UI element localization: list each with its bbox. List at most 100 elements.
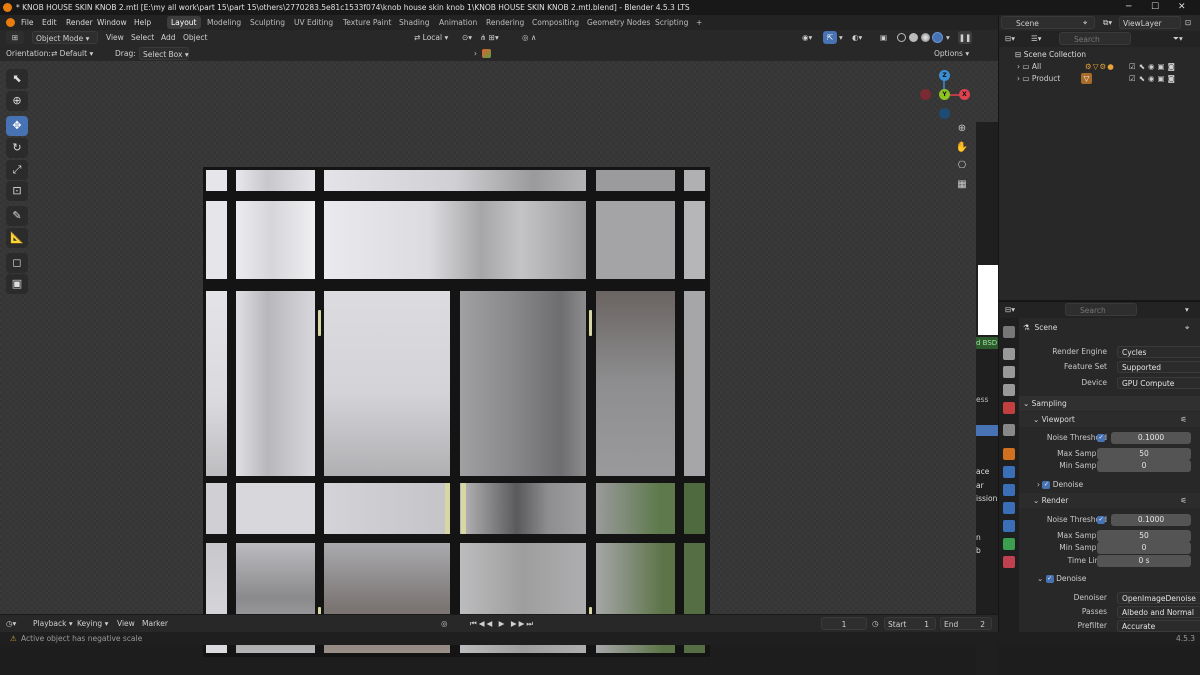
device-select[interactable]: GPU Compute▾ [1117,377,1200,389]
marker-menu[interactable]: Marker [142,617,168,630]
min-samples-field[interactable]: 0 [1097,460,1191,472]
menu-edit[interactable]: Edit [42,15,57,30]
pivot-icon[interactable]: ⊙▾ [462,31,472,44]
denoise-checkbox[interactable]: ✓ [1045,575,1054,583]
playback-menu[interactable]: Playback ▾ [33,617,73,630]
options-icon[interactable]: ▾ [1185,303,1189,316]
view-menu[interactable]: View [117,617,135,630]
add-workspace-button[interactable]: + [692,16,706,29]
scale-tool-icon[interactable]: ⤢ [6,160,28,180]
physics-tab-icon[interactable] [1003,502,1015,514]
noise-threshold-checkbox[interactable]: ✓ [1097,434,1105,442]
presets-icon[interactable]: ⚟ [1180,412,1187,427]
tab-scripting[interactable]: Scripting [651,16,692,29]
z-axis-icon[interactable]: Z [939,70,950,81]
neg-x-axis-icon[interactable] [920,89,931,100]
view-menu[interactable]: View [106,31,124,44]
measure-tool-icon[interactable]: 📐 [6,228,28,248]
properties-editor-icon[interactable]: ⊟▾ [1005,303,1015,316]
tab-shading[interactable]: Shading [395,16,433,29]
outliner-item-all[interactable]: › ▭ All ⚙▽⚙● ☑⬉◉▣◙ [1017,62,1199,71]
cursor-tool-icon[interactable]: ⊕ [6,91,28,111]
snap-icon[interactable]: ⋔ ⊞▾ [480,31,499,44]
overlay-icon[interactable]: ◐▾ [852,31,862,44]
object-menu[interactable]: Object [183,31,207,44]
world-tab-icon[interactable] [1003,424,1015,436]
denoise-checkbox[interactable]: ✓ [1042,481,1051,489]
tab-modeling[interactable]: Modeling [203,16,245,29]
current-frame-field[interactable]: 1 [821,617,867,630]
view-layer-tab-icon[interactable] [1003,384,1015,396]
visibility-toggles[interactable]: ☑⬉◉▣◙ [1129,74,1178,83]
rendered-shading-icon[interactable] [932,32,943,43]
max-samples-field[interactable]: 50 [1097,530,1191,542]
end-frame-field[interactable]: End 2 [940,617,992,630]
xray-icon[interactable]: ▣ [880,31,887,44]
minimize-icon[interactable]: ─ [1126,0,1131,15]
options-menu[interactable]: Options ▾ [934,47,969,60]
menu-window[interactable]: Window [97,15,127,30]
chevron-right-icon[interactable]: › [474,47,477,60]
filter-icon[interactable]: ⏷▾ [1173,32,1183,45]
tab-sculpting[interactable]: Sculpting [246,16,289,29]
render-denoise-subpanel[interactable]: ⌄ ✓ Denoise [1037,574,1086,583]
viewlayer-options-icon[interactable]: ⊡ [1185,16,1191,29]
tab-geometry-nodes[interactable]: Geometry Nodes [583,16,654,29]
data-tab-icon[interactable] [1003,538,1015,550]
feature-set-select[interactable]: Supported▾ [1117,361,1200,373]
record-icon[interactable]: ◎ [441,617,448,630]
min-samples-field[interactable]: 0 [1097,542,1191,554]
scene-tab-icon[interactable] [1003,402,1015,414]
tab-layout[interactable]: Layout [167,16,201,29]
viewlayer-select[interactable]: ViewLayer [1119,16,1181,29]
noise-threshold-field[interactable]: 0.1000 [1111,432,1191,444]
drag-select[interactable]: Select Box ▾ [139,47,189,60]
outliner-editor-icon[interactable]: ⊟▾ [1005,32,1015,45]
viewport-denoise-subpanel[interactable]: › ✓ Denoise [1037,480,1083,489]
tab-uv-editing[interactable]: UV Editing [290,16,337,29]
output-tab-icon[interactable] [1003,366,1015,378]
properties-search-input[interactable]: Search [1065,303,1137,316]
keying-menu[interactable]: Keying ▾ [77,617,108,630]
menu-render[interactable]: Render [66,15,93,30]
gizmo-dropdown-icon[interactable]: ▾ [839,31,843,44]
tab-rendering[interactable]: Rendering [482,16,528,29]
camera-view-icon[interactable]: ⎔ [955,159,969,173]
outliner-item-product[interactable]: › ▭ Product ▽ ☑⬉◉▣◙ [1017,73,1199,84]
expand-icon[interactable]: › [1017,74,1020,83]
transform-tool-icon[interactable]: ⊡ [6,181,28,201]
noise-threshold-checkbox[interactable]: ✓ [1097,516,1105,524]
mode-select[interactable]: Object Mode ▾ [32,31,98,44]
editor-type-icon[interactable]: ⊞ [6,31,24,44]
rotate-tool-icon[interactable]: ↻ [6,138,28,158]
menu-file[interactable]: File [21,15,34,30]
3d-viewport[interactable]: ⬉ ⊕ ✥ ↻ ⤢ ⊡ ✎ 📐 ◻ ▣ Z X Y ⊕ ✋ ⎔ ▦ d BSD … [0,61,998,675]
menu-help[interactable]: Help [134,15,151,30]
scene-collection-row[interactable]: ⊟ Scene Collection [1015,50,1086,59]
tab-compositing[interactable]: Compositing [528,16,583,29]
pin-icon[interactable]: ⌖ [1083,16,1087,29]
outliner-search-input[interactable]: Search [1059,32,1131,45]
viewport-subpanel-header[interactable]: ⌄ Viewport ⚟ [1019,412,1200,427]
timeline-editor-icon[interactable]: ◷▾ [6,617,16,630]
particles-tab-icon[interactable] [1003,484,1015,496]
constraints-tab-icon[interactable] [1003,520,1015,532]
x-axis-icon[interactable]: X [959,89,970,100]
y-axis-icon[interactable]: Y [939,89,950,100]
transform-orientation-select[interactable]: ⇄ Local ▾ [414,31,448,44]
expand-icon[interactable]: › [1017,62,1020,71]
sampling-panel-header[interactable]: ⌄ Sampling [1019,396,1200,411]
prefilter-select[interactable]: Accurate▾ [1117,620,1200,632]
material-tab-icon[interactable] [1003,556,1015,568]
start-frame-field[interactable]: Start 1 [884,617,936,630]
presets-icon[interactable]: ⚟ [1180,493,1187,508]
object-tab-icon[interactable] [1003,448,1015,460]
add-cube-tool-icon[interactable]: ◻ [6,253,28,273]
pin-icon[interactable]: ⌖ [1185,323,1189,333]
close-icon[interactable]: ✕ [1178,0,1186,15]
time-limit-field[interactable]: 0 s [1097,555,1191,567]
select-menu[interactable]: Select [131,31,154,44]
tab-animation[interactable]: Animation [435,16,481,29]
tool-tab-icon[interactable] [1003,326,1015,338]
max-samples-field[interactable]: 50 [1097,448,1191,460]
